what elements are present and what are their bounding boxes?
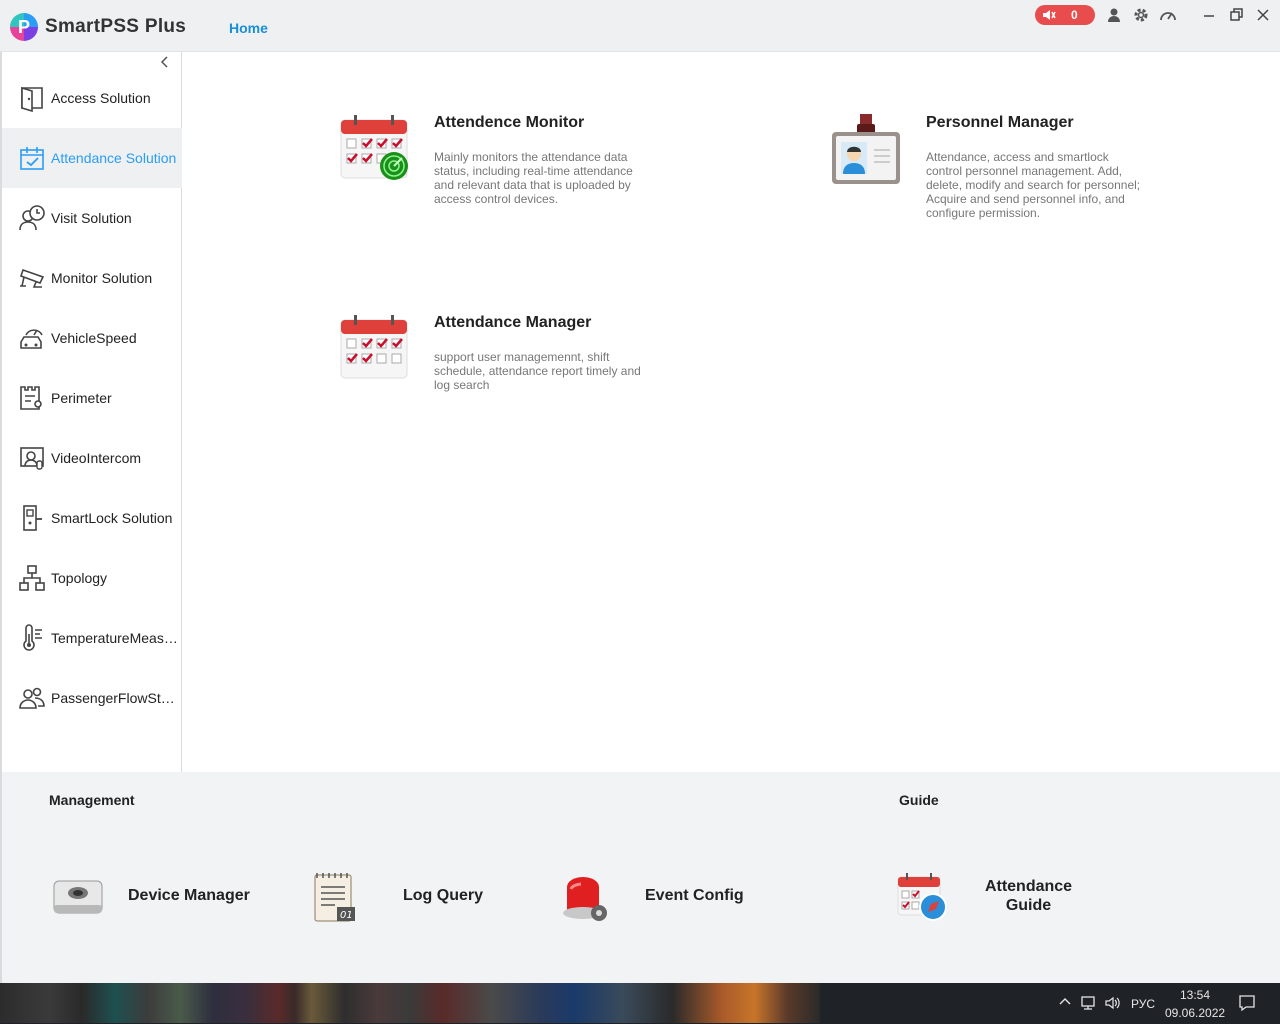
app-title: SmartPSS Plus (45, 16, 187, 37)
attendance-monitor-card[interactable]: Attendence Monitor Mainly monitors the a… (338, 112, 658, 222)
calendar-check-icon (18, 144, 46, 172)
card-title: Attendence Monitor (434, 114, 585, 131)
svg-text:01: 01 (340, 910, 353, 921)
sidebar-item-perimeter[interactable]: Perimeter (2, 368, 182, 428)
management-section-title: Management (49, 792, 135, 808)
sidebar-item-label: Topology (51, 570, 108, 586)
intercom-icon (18, 444, 46, 472)
sidebar-item-label: Monitor Solution (51, 270, 153, 286)
restore-window-icon[interactable] (1227, 6, 1245, 24)
alarm-siren-icon (563, 877, 607, 921)
show-hidden-icons-chevron-icon[interactable] (1058, 995, 1072, 1009)
sidebar: Access Solution Attendance Solution Visi… (0, 52, 182, 772)
tool-label: Attendance Guide (984, 878, 1073, 914)
attendance-manager-card[interactable]: Attendance Manager support user manageme… (338, 312, 658, 412)
topology-icon (18, 564, 46, 592)
sidebar-item-temperaturemeas[interactable]: TemperatureMeas… (2, 608, 182, 668)
cctv-camera-icon (18, 264, 46, 292)
sidebar-item-monitor-solution[interactable]: Monitor Solution (2, 248, 182, 308)
event-config-button[interactable]: Event Config (557, 867, 757, 927)
minimize-icon[interactable] (1200, 6, 1218, 24)
attendance-monitor-icon (340, 115, 408, 180)
sidebar-item-label: SmartLock Solution (51, 510, 173, 526)
sidebar-item-label: Attendance Solution (51, 150, 177, 166)
taskbar-app-icons-blurred[interactable] (0, 983, 820, 1023)
home-tab[interactable]: Home (229, 20, 268, 36)
alarm-count: 0 (1071, 8, 1078, 22)
keyboard-language[interactable]: РУС (1131, 997, 1155, 1024)
door-icon (18, 84, 46, 113)
smartlock-icon (18, 504, 46, 532)
sidebar-item-label: Perimeter (51, 390, 112, 406)
people-icon (18, 684, 46, 712)
sidebar-item-label: VehicleSpeed (51, 330, 137, 346)
tool-label: Event Config (645, 887, 744, 904)
device-manager-button[interactable]: Device Manager (50, 867, 260, 927)
card-description: Mainly monitors the attendance data stat… (434, 150, 633, 206)
card-title: Attendance Manager (434, 314, 592, 331)
device-manager-icon (53, 880, 103, 914)
card-description: support user managemennt, shift schedule… (434, 350, 641, 392)
card-description: Attendance, access and smartlock control… (926, 150, 1141, 220)
sidebar-item-label: VideoIntercom (51, 450, 142, 466)
tool-label: Log Query (403, 887, 484, 904)
close-icon[interactable] (1254, 6, 1272, 24)
speaker-icon (1043, 10, 1056, 20)
alarm-badge[interactable]: 0 (1035, 5, 1095, 25)
title-bar: SmartPSS Plus Home 0 (0, 0, 1280, 52)
windows-taskbar: РУС 13:54 09.06.2022 (0, 983, 1280, 1024)
sidebar-item-attendance-solution[interactable]: Attendance Solution (2, 128, 182, 188)
attendance-calendar-icon (340, 315, 408, 379)
tool-label: Device Manager (128, 887, 250, 904)
card-title: Personnel Manager (926, 114, 1074, 131)
sidebar-item-smartlock-solution[interactable]: SmartLock Solution (2, 488, 182, 548)
app-logo-icon (10, 13, 38, 41)
car-speed-icon (18, 324, 46, 352)
volume-icon[interactable] (1104, 995, 1122, 1011)
network-icon[interactable] (1080, 995, 1098, 1011)
visitor-clock-icon (18, 204, 46, 232)
sidebar-item-label: Visit Solution (51, 210, 132, 226)
sidebar-item-label: TemperatureMeas… (51, 630, 178, 646)
sidebar-item-topology[interactable]: Topology (2, 548, 182, 608)
guide-section-title: Guide (899, 792, 939, 808)
personnel-manager-card[interactable]: Personnel Manager Attendance, access and… (830, 112, 1150, 232)
sidebar-item-videointercom[interactable]: VideoIntercom (2, 428, 182, 488)
sidebar-item-vehiclespeed[interactable]: VehicleSpeed (2, 308, 182, 368)
clock-time: 13:54 (1179, 988, 1211, 1002)
user-icon[interactable] (1105, 6, 1123, 24)
thermometer-icon (18, 624, 46, 652)
sidebar-item-access-solution[interactable]: Access Solution (2, 68, 182, 128)
settings-gear-icon[interactable] (1132, 6, 1150, 24)
perimeter-icon (18, 384, 46, 412)
taskbar-clock[interactable]: 13:54 09.06.2022 (1165, 988, 1225, 1024)
log-query-icon: 01 (314, 873, 355, 922)
sidebar-item-passengerflowst[interactable]: PassengerFlowSt… (2, 668, 182, 728)
attendance-guide-button[interactable]: Attendance Guide (895, 867, 1095, 927)
performance-gauge-icon[interactable] (1159, 6, 1177, 24)
clock-date: 09.06.2022 (1165, 1006, 1226, 1020)
sidebar-item-visit-solution[interactable]: Visit Solution (2, 188, 182, 248)
personnel-id-badge-icon (832, 114, 900, 184)
sidebar-item-label: Access Solution (51, 90, 151, 106)
sidebar-item-label: PassengerFlowSt… (51, 690, 175, 706)
log-query-button[interactable]: 01 Log Query (307, 867, 497, 927)
attendance-guide-compass-icon (897, 873, 947, 921)
notification-center-icon[interactable] (1238, 994, 1256, 1012)
bottom-panel: Management Guide Device Manager 01 Log Q… (0, 772, 1280, 983)
